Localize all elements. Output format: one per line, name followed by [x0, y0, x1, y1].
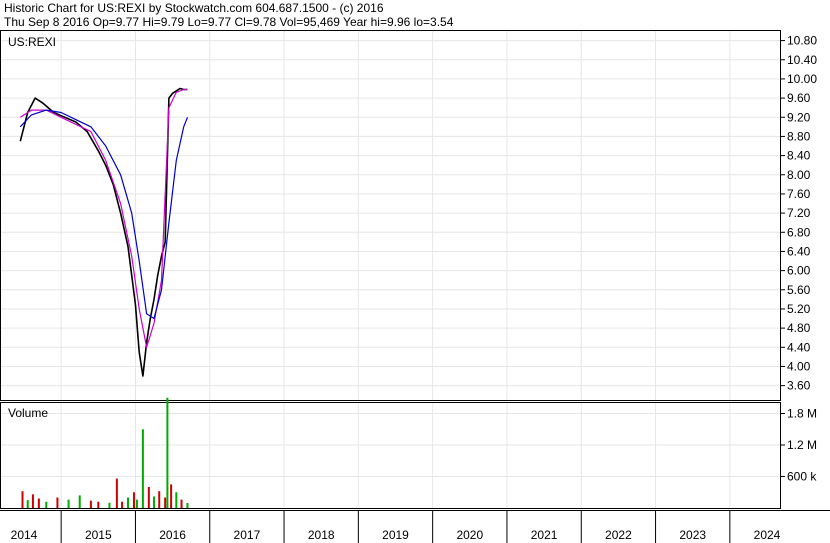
- year-label: 2018: [308, 528, 335, 542]
- price-axis-ticks: 10.80 10.40 10.00 9.60 9.20 8.80 8.40 8.00 7.60 7…: [781, 34, 817, 393]
- price-tick-label: 4.00: [787, 359, 811, 373]
- year-label: 2016: [159, 528, 186, 542]
- year-label: 2017: [234, 528, 261, 542]
- price-tick-label: 10.40: [787, 53, 817, 67]
- price-panel-title: US:REXI: [8, 35, 56, 49]
- price-tick-label: 8.80: [787, 129, 811, 143]
- price-tick-label: 8.40: [787, 149, 811, 163]
- price-tick-label: 9.20: [787, 110, 811, 124]
- volume-axis-ticks: 1.8 M 1.2 M 600 k: [781, 407, 817, 484]
- price-tick-label: 9.60: [787, 91, 811, 105]
- price-tick-label: 8.00: [787, 168, 811, 182]
- price-tick-label: 6.80: [787, 225, 811, 239]
- price-panel-frame: [0, 30, 781, 401]
- price-tick-label: 6.40: [787, 244, 811, 258]
- price-tick-label: 5.20: [787, 302, 811, 316]
- price-tick-label: 4.40: [787, 340, 811, 354]
- year-label: 2023: [679, 528, 706, 542]
- volume-panel-title: Volume: [8, 406, 48, 420]
- year-label: 2021: [531, 528, 558, 542]
- year-label: 2019: [382, 528, 409, 542]
- price-tick-label: 3.60: [787, 379, 811, 393]
- price-tick-label: 5.60: [787, 283, 811, 297]
- ma-long-series-line: [19, 109, 189, 320]
- price-tick-label: 10.80: [787, 34, 817, 48]
- price-tick-label: 10.00: [787, 72, 817, 86]
- price-tick-label: 6.00: [787, 264, 811, 278]
- year-label: 2024: [754, 528, 781, 542]
- year-label: 2015: [85, 528, 112, 542]
- price-tick-label: 4.80: [787, 321, 811, 335]
- year-label: 2020: [456, 528, 483, 542]
- price-grid: [0, 31, 781, 400]
- year-label: 2022: [605, 528, 632, 542]
- volume-tick-label: 600 k: [787, 470, 817, 484]
- volume-tick-label: 1.2 M: [787, 438, 817, 452]
- stock-chart: US:REXI Volume 10.80 10.40 10.00 9.60 9.20 8.…: [0, 30, 830, 543]
- volume-tick-label: 1.8 M: [787, 407, 817, 421]
- price-tick-label: 7.60: [787, 187, 811, 201]
- year-label: 2014: [11, 528, 38, 542]
- price-tick-label: 7.20: [787, 206, 811, 220]
- year-axis: 2014 2015 2016 2017 2018 2019 2020 2021 2022 2023…: [0, 510, 830, 543]
